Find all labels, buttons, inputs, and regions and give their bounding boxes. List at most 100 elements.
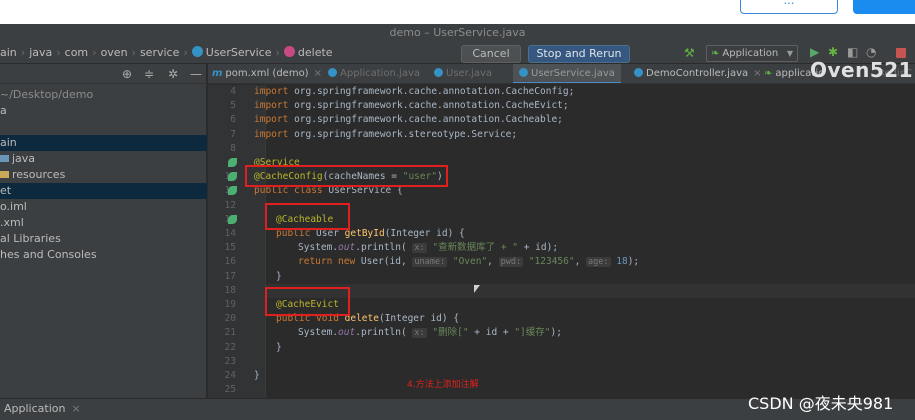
breadcrumb-item[interactable]: ain xyxy=(0,46,17,59)
tree-item-label: hes and Consoles xyxy=(0,248,97,261)
folder-icon xyxy=(0,171,9,178)
tree-item-label: al Libraries xyxy=(0,232,61,245)
close-icon[interactable]: × xyxy=(753,68,761,79)
tab-democontroller-java[interactable]: DemoController.java × xyxy=(634,64,762,83)
line-number: 24 xyxy=(224,370,236,381)
coverage-icon[interactable]: ◧ xyxy=(847,45,858,59)
hide-panel-icon[interactable]: — xyxy=(190,67,202,81)
tree-item[interactable] xyxy=(0,119,207,135)
tree-item[interactable]: et xyxy=(0,183,207,199)
tab-label: UserService.java xyxy=(531,68,615,79)
collapse-icon[interactable]: ≑ xyxy=(144,67,154,81)
breadcrumb-item[interactable]: com xyxy=(65,46,89,59)
tab-label: Application.java xyxy=(340,68,421,79)
code-keyword: import xyxy=(254,86,289,97)
stop-icon[interactable] xyxy=(896,48,906,58)
profile-icon[interactable]: ◔ xyxy=(866,45,876,59)
class-icon xyxy=(634,68,643,77)
tree-item[interactable]: ain xyxy=(0,135,207,151)
code-line: import org.springframework.cache.annotat… xyxy=(254,113,563,127)
breadcrumb-item[interactable]: oven xyxy=(101,46,128,59)
line-number: 15 xyxy=(224,242,236,254)
line-number: 20 xyxy=(224,313,236,325)
tree-item[interactable]: a xyxy=(0,103,207,119)
code-text: org.springframework.cache.annotation.Cac… xyxy=(294,86,575,97)
line-number: 7 xyxy=(230,128,236,140)
tab-user-java[interactable]: User.java xyxy=(434,64,492,83)
debug-icon[interactable]: ✱ xyxy=(828,45,838,59)
cancel-button[interactable]: Cancel xyxy=(461,45,521,63)
window-title: demo – UserService.java xyxy=(0,24,915,42)
code-editor[interactable]: 45678910111213141516171819202122232425 i… xyxy=(208,85,915,398)
class-icon xyxy=(434,68,443,77)
code-line: return new User(id, uname: "Oven", pwd: … xyxy=(298,256,640,268)
code-keyword: return new xyxy=(298,256,356,268)
line-number: 14 xyxy=(224,228,236,239)
run-tab-application[interactable]: Application × xyxy=(4,402,81,415)
code-text: org.springframework.cache.annotation.Cac… xyxy=(294,100,569,112)
class-icon xyxy=(328,68,337,77)
tree-item[interactable]: ~/Desktop/demo xyxy=(0,87,207,103)
code-text: ); xyxy=(627,256,640,268)
line-number: 12 xyxy=(224,199,236,211)
breadcrumb-item[interactable]: UserService xyxy=(206,46,272,59)
tab-pom-xml[interactable]: m pom.xml (demo) × xyxy=(212,64,322,83)
breadcrumb-item[interactable]: java xyxy=(29,46,52,59)
watermark-top: Oven521 xyxy=(810,58,914,82)
spring-bean-icon[interactable] xyxy=(228,158,237,167)
class-icon xyxy=(519,68,528,77)
stop-and-rerun-button[interactable]: Stop and Rerun xyxy=(528,45,630,63)
gear-icon[interactable]: ✲ xyxy=(168,67,178,81)
code-static-field: out xyxy=(338,327,356,339)
line-number: 5 xyxy=(230,100,236,112)
code-text: System. xyxy=(298,327,339,339)
code-keyword: import xyxy=(254,128,289,140)
web-primary-button[interactable] xyxy=(853,0,915,14)
spring-bean-icon[interactable] xyxy=(228,172,237,181)
annotation-caption: 4.方法上添加注解 xyxy=(407,380,479,390)
tree-item[interactable]: java xyxy=(0,151,207,167)
web-outline-button-label: … xyxy=(783,0,795,7)
code-text: ); xyxy=(550,327,562,339)
line-number: 6 xyxy=(230,114,236,126)
breadcrumb-separator-icon: › xyxy=(56,46,61,59)
code-line: } xyxy=(254,369,260,383)
line-number: 22 xyxy=(224,341,236,353)
web-outline-button[interactable]: … xyxy=(740,0,838,14)
parameter-hint: age: xyxy=(586,257,611,268)
line-number: 21 xyxy=(224,327,236,339)
spring-bean-icon[interactable] xyxy=(228,215,237,224)
spring-leaf-icon: ❧ xyxy=(764,68,773,79)
tree-item[interactable]: resources xyxy=(0,167,207,183)
build-hammer-icon[interactable]: ⚒ xyxy=(684,46,695,60)
locate-icon[interactable]: ⊕ xyxy=(122,67,132,81)
navigation-toolbar: ain › java › com › oven › service › UserService › de… xyxy=(0,42,915,64)
run-configuration-select[interactable]: ❧ Application ▼ xyxy=(706,45,798,62)
tree-item[interactable]: o.iml xyxy=(0,199,207,215)
close-icon[interactable]: × xyxy=(71,402,80,415)
code-text: } xyxy=(276,270,282,282)
run-icon[interactable]: ▶ xyxy=(810,45,819,59)
project-panel-header: ⊕ ≑ ✲ — xyxy=(0,64,207,84)
breadcrumb: ain › java › com › oven › service › UserService › de… xyxy=(0,42,333,64)
project-panel: ⊕ ≑ ✲ — ~/Desktop/demo a ain java resour… xyxy=(0,64,207,398)
breadcrumb-separator-icon: › xyxy=(92,46,97,59)
tree-item[interactable]: hes and Consoles xyxy=(0,247,207,263)
code-line: System.out.println( x: "查新数据库了 + " + id)… xyxy=(298,241,558,255)
breadcrumb-item[interactable]: service xyxy=(140,46,179,59)
code-string: "123456" xyxy=(523,256,575,268)
tab-userservice-java[interactable]: UserService.java xyxy=(513,64,621,83)
tree-item-label: java xyxy=(12,152,36,165)
tab-application-java[interactable]: Application.java xyxy=(328,64,421,83)
close-icon[interactable]: × xyxy=(314,68,322,79)
tree-item[interactable]: al Libraries xyxy=(0,231,207,247)
code-static-field: out xyxy=(338,242,356,254)
tree-item[interactable]: .xml xyxy=(0,215,207,231)
chevron-down-icon: ▼ xyxy=(786,49,793,58)
highlight-box-cacheable xyxy=(265,203,350,230)
spring-bean-icon[interactable] xyxy=(228,186,237,195)
tree-item-label: ~/Desktop/demo xyxy=(0,88,94,101)
breadcrumb-item[interactable]: delete xyxy=(298,46,333,59)
line-number: 16 xyxy=(224,256,236,268)
code-line: } xyxy=(276,341,282,355)
